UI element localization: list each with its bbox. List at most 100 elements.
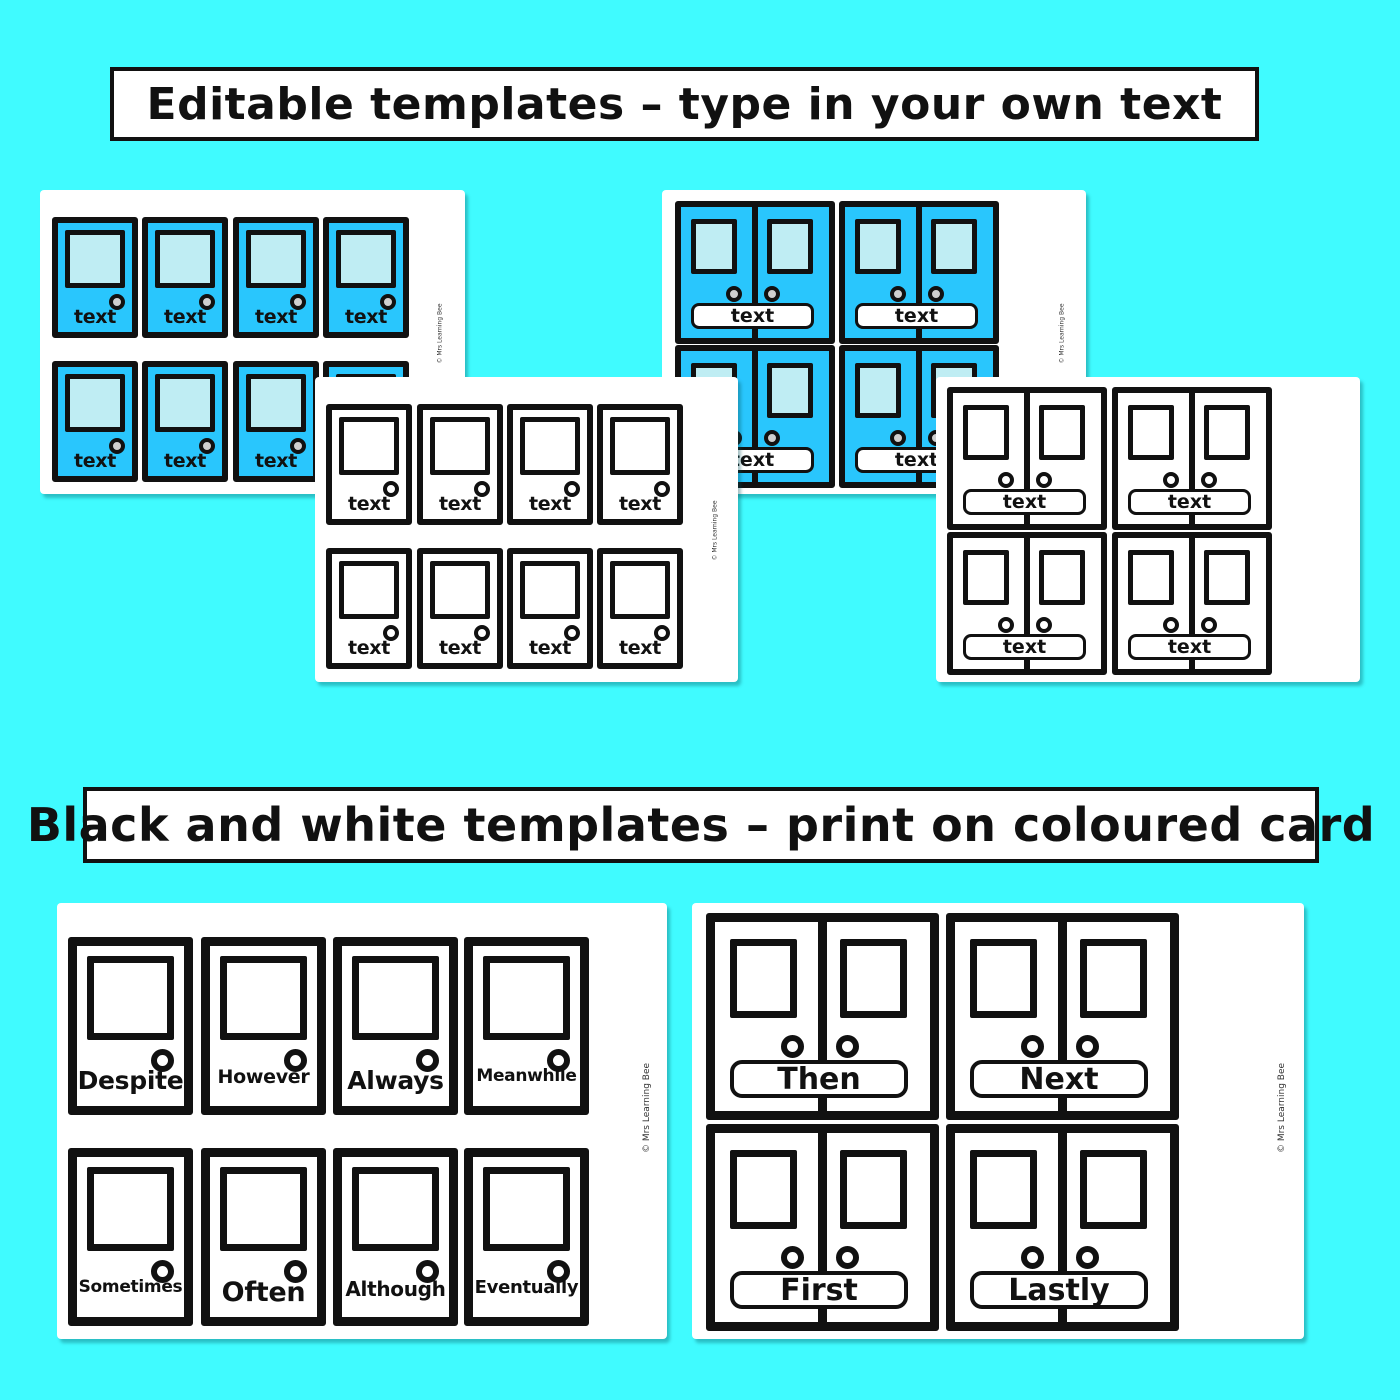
door-card: Although [333,1148,458,1326]
door-card: text [417,548,503,669]
door-label-plate: text [1128,489,1251,515]
door-card: text [326,404,412,525]
banner-title: Black and white templates – print on col… [26,798,1376,852]
door-window [155,230,215,288]
door-window [352,956,439,1040]
double-door-card: Then [706,913,939,1120]
door-window [336,230,396,288]
white-single-door-sheet: text text text text text text text text © Mrs Le… [315,377,738,682]
door-knob-icon [764,286,780,302]
door-window [65,374,125,432]
door-card: text [507,548,593,669]
door-label-plate: Then [730,1060,908,1098]
door-window [1204,405,1250,460]
door-window [970,1150,1037,1229]
door-card: Meanwhile [464,937,589,1115]
door-label: text [894,449,939,471]
door-window [520,561,580,619]
door-knob-icon [998,472,1014,488]
word-single-door-sheet: Despite However Always Meanwhile Sometimes Of… [57,903,667,1339]
copyright-credit: © Mrs Learning Bee [711,500,719,561]
door-label: text [528,637,572,659]
door-card: text [326,548,412,669]
door-window [1039,550,1085,605]
door-window [220,1167,307,1251]
door-window [430,417,490,475]
door-knob-icon [1201,472,1217,488]
door-label: Lastly [1008,1272,1110,1308]
door-window [730,1150,797,1229]
door-window [1128,405,1174,460]
door-knob-icon [1163,472,1179,488]
door-label: Although [345,1277,446,1301]
door-label-plate: text [963,489,1086,515]
door-knob-icon [836,1035,859,1058]
door-knob-icon [890,430,906,446]
double-door-card: Next [946,913,1179,1120]
door-label-plate: text [963,634,1086,660]
door-label: text [730,305,775,327]
door-label: text [1002,636,1047,658]
copyright-credit: © Mrs Learning Bee [1277,1062,1288,1154]
door-label: text [254,306,298,328]
door-window [1080,1150,1147,1229]
door-knob-icon [1201,617,1217,633]
black-white-templates-banner: Black and white templates – print on col… [27,787,1375,863]
door-label: text [528,493,572,515]
door-window [1080,939,1147,1018]
door-card: text [142,217,228,338]
door-card: Sometimes [68,1148,193,1326]
door-window [970,939,1037,1018]
door-card: text [52,361,138,482]
door-label: text [163,450,207,472]
door-label: text [618,493,662,515]
double-door-card: Lastly [946,1124,1179,1331]
white-double-door-sheet: text text text text [936,377,1360,682]
door-window [430,561,490,619]
door-label: text [1167,491,1212,513]
door-window [840,939,907,1018]
door-label-plate: text [1128,634,1251,660]
door-label-plate: text [691,303,814,329]
door-label: text [1002,491,1047,513]
door-window [691,219,737,274]
door-card: However [201,937,326,1115]
double-door-card: text [675,201,835,344]
door-label: Eventually [474,1277,579,1298]
door-window [963,550,1009,605]
door-label: However [217,1066,310,1088]
door-window [155,374,215,432]
door-knob-icon [998,617,1014,633]
door-knob-icon [1036,472,1052,488]
door-window [246,230,306,288]
door-knob-icon [781,1035,804,1058]
door-window [855,363,901,418]
banner-title: Editable templates – type in your own te… [146,78,1223,130]
double-door-card: text [1112,532,1272,675]
door-window [339,561,399,619]
door-label: text [1167,636,1212,658]
door-window [65,230,125,288]
door-label: First [780,1272,858,1308]
door-window [840,1150,907,1229]
door-label: text [73,450,117,472]
door-window [220,956,307,1040]
door-label: Meanwhile [476,1066,577,1086]
door-knob-icon [781,1246,804,1269]
door-window [730,939,797,1018]
copyright-credit: © Mrs Learning Bee [1058,303,1066,364]
door-window [610,417,670,475]
copyright-credit: © Mrs Learning Bee [642,1062,653,1154]
door-card: text [233,361,319,482]
door-knob-icon [764,430,780,446]
door-knob-icon [1021,1246,1044,1269]
door-label: Next [1019,1061,1099,1097]
door-window [520,417,580,475]
door-card: Always [333,937,458,1115]
door-card: Often [201,1148,326,1326]
door-label: text [618,637,662,659]
door-label-plate: First [730,1271,908,1309]
door-knob-icon [1021,1035,1044,1058]
door-knob-icon [890,286,906,302]
door-window [963,405,1009,460]
